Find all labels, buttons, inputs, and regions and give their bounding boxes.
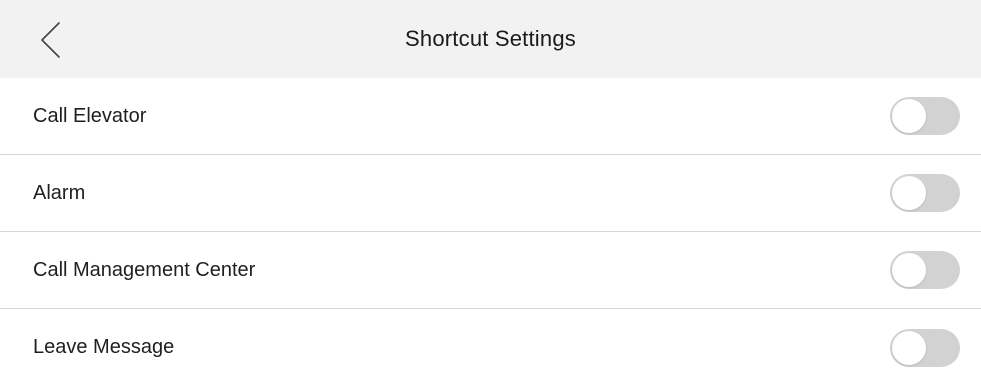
- shortcut-settings-screen: Shortcut Settings Call Elevator Alarm Ca…: [0, 0, 981, 387]
- chevron-left-icon: [41, 22, 60, 58]
- page-title: Shortcut Settings: [405, 26, 576, 51]
- setting-label: Call Management Center: [33, 258, 256, 281]
- setting-label: Call Elevator: [33, 104, 147, 127]
- setting-label: Alarm: [33, 181, 86, 204]
- alarm-toggle[interactable]: [890, 174, 960, 212]
- setting-row-leave-message: Leave Message: [0, 309, 981, 386]
- toggle-knob: [892, 330, 926, 365]
- call-management-center-toggle[interactable]: [890, 251, 960, 289]
- setting-row-alarm: Alarm: [0, 155, 981, 232]
- toggle-knob: [892, 176, 926, 210]
- header-bar: Shortcut Settings: [0, 0, 981, 78]
- setting-row-call-elevator: Call Elevator: [0, 78, 981, 155]
- setting-label: Leave Message: [33, 336, 175, 358]
- leave-message-toggle[interactable]: [890, 328, 960, 367]
- toggle-knob: [892, 99, 926, 133]
- call-elevator-toggle[interactable]: [890, 97, 960, 135]
- toggle-knob: [892, 253, 926, 287]
- setting-row-call-management-center: Call Management Center: [0, 232, 981, 309]
- back-button[interactable]: [28, 18, 72, 62]
- settings-list: Call Elevator Alarm Call Management Cent…: [0, 78, 981, 386]
